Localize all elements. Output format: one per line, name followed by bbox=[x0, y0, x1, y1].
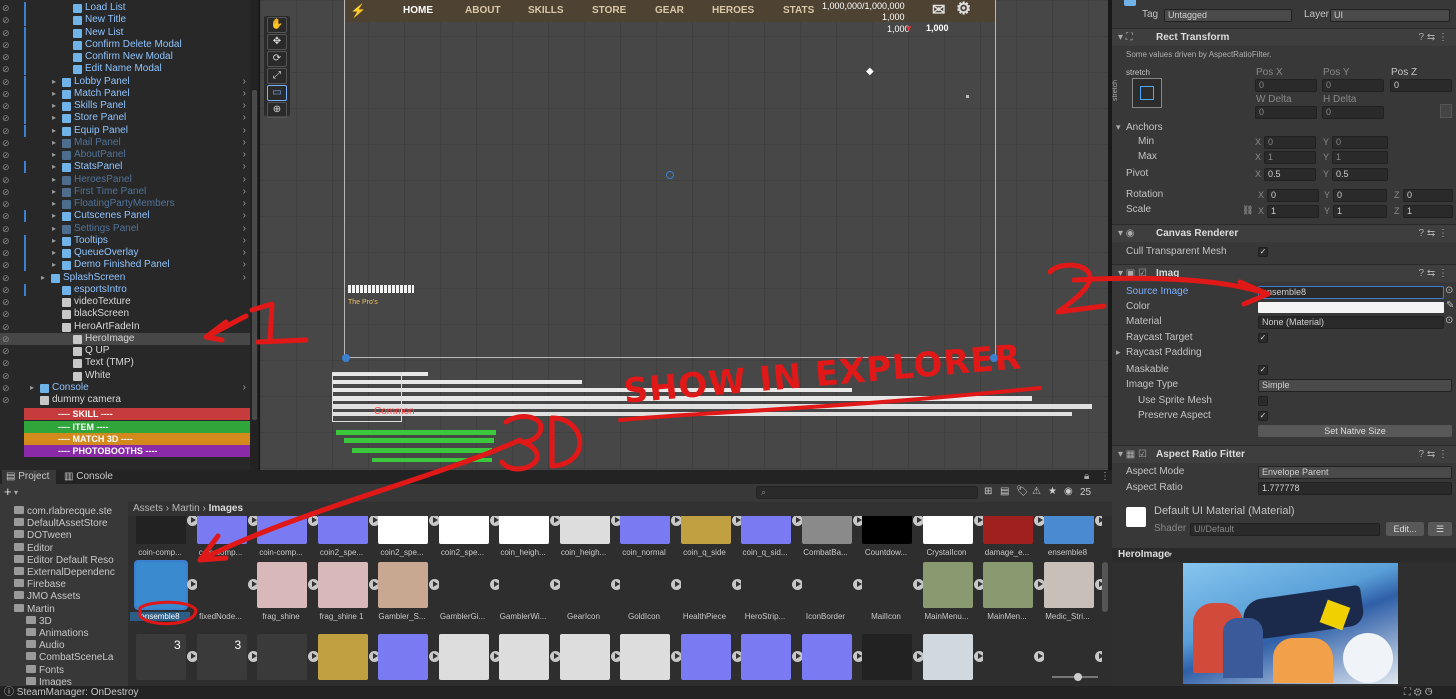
digit-1-stroke bbox=[249, 301, 309, 345]
annotation-step-2: 2 bbox=[1050, 262, 1051, 263]
annotation-step-1: 1 bbox=[250, 296, 251, 297]
selection-circle bbox=[138, 600, 198, 626]
annotation-overlay bbox=[138, 262, 1271, 626]
arrow-2-curve bbox=[1071, 275, 1271, 307]
annotation-step-3: 3D bbox=[502, 412, 503, 413]
digit-2-stroke bbox=[1047, 262, 1107, 315]
arrow-1 bbox=[203, 313, 249, 343]
arrow-3-curve bbox=[197, 437, 523, 563]
